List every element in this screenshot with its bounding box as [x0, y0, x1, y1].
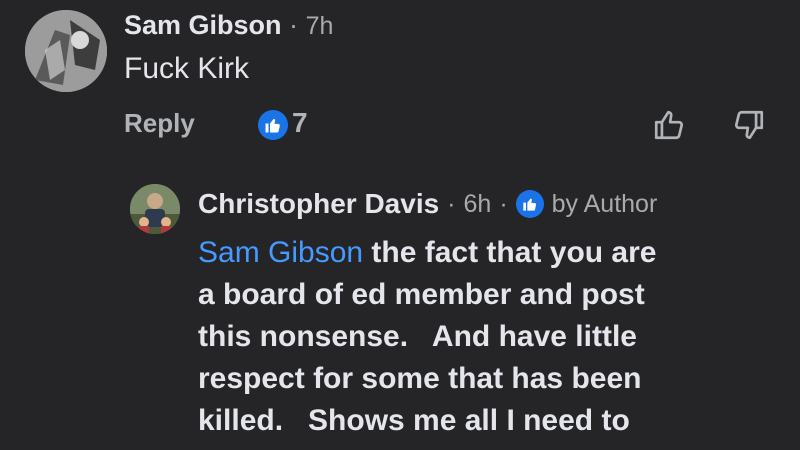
- avatar-photo-icon: [130, 184, 180, 234]
- reply-avatar[interactable]: [130, 184, 180, 234]
- comment-timestamp[interactable]: 7h: [306, 12, 334, 40]
- separator: ·: [499, 189, 508, 218]
- avatar[interactable]: [25, 10, 107, 92]
- comment-text: Fuck Kirk: [124, 52, 250, 85]
- thumbs-up-icon: [515, 190, 544, 218]
- thumbs-up-icon[interactable]: [258, 110, 288, 140]
- reply-timestamp[interactable]: 6h: [464, 190, 492, 219]
- comment-author-name[interactable]: Sam Gibson: [124, 10, 282, 40]
- reply-text-line: killed. Shows me all I need to: [198, 404, 630, 437]
- thumb-down-icon[interactable]: [732, 108, 766, 142]
- reply-header: Christopher Davis · 6h · by Author: [198, 188, 657, 220]
- reply-button[interactable]: Reply: [124, 108, 195, 139]
- reply-text-line: respect for some that has been: [198, 362, 642, 395]
- reply-text-fragment: the fact that you are: [363, 236, 657, 269]
- reply-text-line: this nonsense. And have little: [198, 320, 637, 353]
- reaction-count[interactable]: 7: [292, 107, 308, 139]
- comment-author-header: Sam Gibson · 7h: [124, 10, 333, 41]
- reply-text-line: Sam Gibson the fact that you are: [198, 232, 788, 274]
- reply-text: Sam Gibson the fact that you are a board…: [198, 232, 788, 442]
- avatar-photo-icon: [25, 10, 107, 92]
- thumb-up-icon[interactable]: [652, 108, 686, 142]
- by-author-badge: by Author: [551, 189, 658, 218]
- reply-author-name[interactable]: Christopher Davis: [198, 188, 439, 220]
- mention-link[interactable]: Sam Gibson: [198, 236, 363, 269]
- separator: ·: [289, 10, 299, 40]
- separator: ·: [447, 189, 456, 218]
- reply-text-line: a board of ed member and post: [198, 278, 645, 311]
